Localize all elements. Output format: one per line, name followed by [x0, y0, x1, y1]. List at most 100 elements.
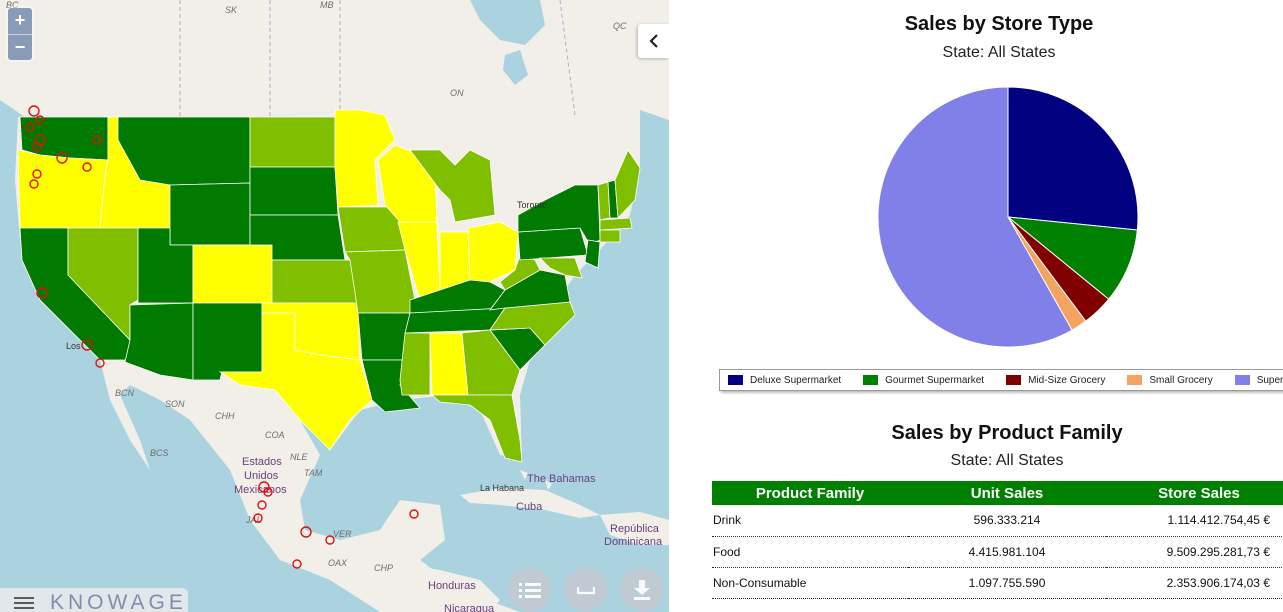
map-label-la-habana: La Habana	[480, 483, 524, 493]
cell-store-sales: 1.114.412.754,45 €	[1106, 505, 1283, 537]
legend-button[interactable]	[508, 568, 551, 611]
zoom-out-button[interactable]: −	[8, 34, 32, 60]
state-mississippi	[399, 332, 431, 396]
charts-panel: Sales by Store Type State: All States De…	[669, 0, 1283, 612]
map-label-tam: TAM	[304, 468, 323, 478]
pie-legend: Deluxe Supermarket Gourmet Supermarket Mid…	[719, 369, 1283, 391]
cell-unit-sales: 1.097.755.590	[908, 567, 1106, 599]
legend-swatch	[1234, 375, 1250, 385]
legend-item[interactable]: Supermarket	[1234, 374, 1283, 386]
map-label-bcn: BCN	[115, 388, 135, 398]
legend-item[interactable]: Mid-Size Grocery	[1006, 375, 1105, 386]
map-label-republica: República	[610, 523, 660, 535]
cell-unit-sales: 596.333.214	[908, 505, 1106, 537]
cell-unit-sales: 4.415.981.104	[908, 536, 1106, 568]
product-family-table: Product Family Unit Sales Store Sales Dr…	[712, 481, 1283, 599]
map-label-mb: MB	[320, 0, 334, 10]
map-label-bcs: BCS	[150, 448, 169, 458]
state-arkansas	[357, 312, 411, 361]
brand-logo: KNOWAGE	[50, 591, 187, 612]
map-label-estados: Estados	[242, 456, 282, 468]
map-widget[interactable]: SK MB QC ON BC BCN SON CHH BCS COA NLE T…	[0, 0, 669, 612]
table-row[interactable]: Drink 596.333.214 1.114.412.754,45 €	[712, 505, 1283, 537]
state-new-mexico	[192, 302, 263, 381]
cell-store-sales: 2.353.906.174,03 €	[1106, 567, 1283, 599]
map-label-los: Los	[66, 341, 81, 351]
zoom-in-button[interactable]: +	[8, 8, 32, 34]
map-label-unidos: Unidos	[244, 470, 279, 482]
map-canvas[interactable]: SK MB QC ON BC BCN SON CHH BCS COA NLE T…	[0, 0, 669, 612]
column-header-unit-sales[interactable]: Unit Sales	[908, 481, 1106, 505]
map-label-chh: CHH	[215, 411, 235, 421]
pie-slice-deluxe-supermarket[interactable]	[1007, 86, 1139, 231]
table-row[interactable]: Food 4.415.981.104 9.509.295.281,73 €	[712, 536, 1283, 568]
canada-land	[0, 0, 669, 120]
legend-label: Gourmet Supermarket	[885, 374, 985, 386]
state-pennsylvania	[517, 227, 589, 261]
bottom-toolbar: KNOWAGE	[0, 588, 188, 612]
download-button[interactable]	[620, 568, 663, 611]
map-label-honduras: Honduras	[428, 580, 476, 592]
list-icon	[518, 582, 541, 598]
legend-label: Supermarket	[1256, 374, 1283, 386]
legend-label: Small Grocery	[1149, 374, 1213, 386]
legend-item[interactable]: Small Grocery	[1127, 374, 1213, 386]
cell-product-family: Drink	[712, 505, 908, 537]
legend-label: Deluxe Supermarket	[750, 374, 842, 386]
cell-store-sales: 9.509.295.281,73 €	[1106, 536, 1283, 568]
state-colorado	[192, 244, 273, 304]
state-wyoming	[169, 182, 251, 246]
store-type-chart-title: Sales by Store Type	[904, 13, 1094, 35]
cell-product-family: Food	[712, 536, 908, 568]
state-oregon	[17, 149, 109, 229]
map-label-jal: JAL	[245, 515, 262, 525]
legend-item[interactable]: Gourmet Supermarket	[863, 375, 984, 386]
map-label-cuba: Cuba	[516, 501, 543, 513]
map-label-toronto: Toronto	[517, 200, 547, 210]
legend-swatch	[1127, 375, 1143, 385]
store-type-pie-chart[interactable]	[869, 80, 1149, 355]
map-label-ver: VER	[333, 529, 352, 539]
state-massachusetts	[599, 217, 633, 231]
map-label-chp: CHP	[374, 563, 393, 573]
map-label-nle: NLE	[290, 452, 309, 462]
map-label-oax: OAX	[328, 558, 348, 568]
collapse-panel-button[interactable]	[638, 24, 669, 58]
state-south-dakota	[249, 166, 339, 216]
store-type-chart-subtitle: State: All States	[942, 44, 1056, 61]
state-connecticut	[599, 229, 621, 243]
column-header-store-sales[interactable]: Store Sales	[1106, 481, 1283, 505]
map-label-dominicana: Dominicana	[604, 536, 663, 548]
legend-swatch	[863, 375, 879, 385]
map-label-bahamas: The Bahamas	[527, 473, 596, 485]
crossfilter-button[interactable]	[564, 568, 607, 611]
map-label-coa: COA	[265, 430, 285, 440]
bracket-icon	[576, 586, 595, 594]
product-family-subtitle: State: All States	[950, 452, 1064, 469]
legend-item[interactable]: Deluxe Supermarket	[728, 375, 841, 386]
state-alabama	[429, 332, 469, 396]
state-kansas	[271, 259, 359, 304]
dashboard: SK MB QC ON BC BCN SON CHH BCS COA NLE T…	[0, 0, 1283, 612]
cell-product-family: Non-Consumable	[712, 567, 908, 599]
state-florida	[430, 394, 523, 463]
map-label-qc: QC	[613, 21, 627, 31]
zoom-control: + −	[8, 8, 32, 60]
product-family-title: Sales by Product Family	[891, 422, 1123, 444]
chevron-left-icon	[648, 34, 658, 48]
state-new-jersey	[584, 239, 601, 269]
state-north-dakota	[249, 116, 336, 168]
state-montana	[117, 116, 251, 186]
map-label-on: ON	[450, 88, 464, 98]
legend-swatch	[1006, 375, 1022, 385]
legend-label: Mid-Size Grocery	[1028, 374, 1106, 386]
download-icon	[633, 579, 650, 600]
map-label-nicaragua: Nicaragua	[444, 603, 495, 612]
table-row[interactable]: Non-Consumable 1.097.755.590 2.353.906.1…	[712, 567, 1283, 599]
table-header-row: Product Family Unit Sales Store Sales	[712, 481, 1283, 505]
map-label-son: SON	[165, 399, 185, 409]
legend-swatch	[728, 375, 743, 385]
map-label-sk: SK	[225, 5, 238, 15]
hamburger-menu-icon[interactable]	[14, 596, 34, 610]
column-header-product-family[interactable]: Product Family	[712, 481, 908, 505]
